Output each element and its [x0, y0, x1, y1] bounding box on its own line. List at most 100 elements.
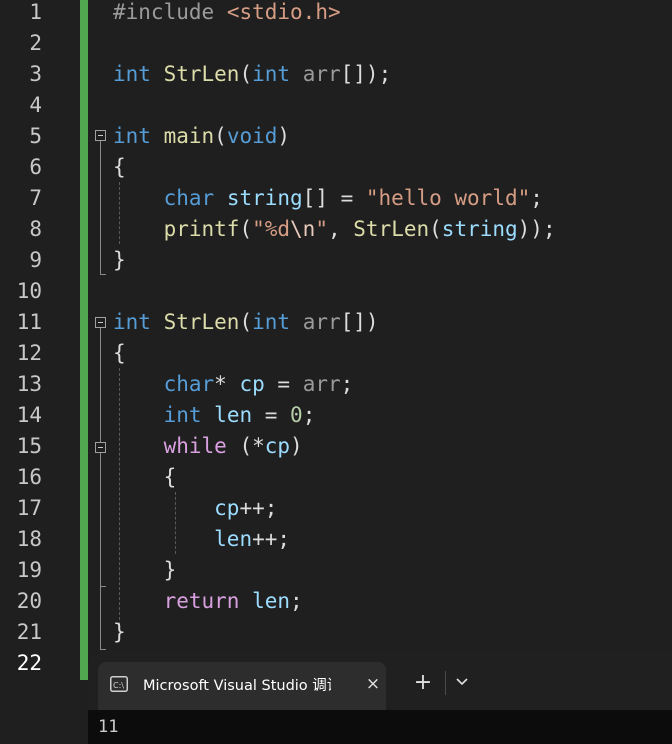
fold-outline	[100, 453, 101, 587]
code-line-13: char* cp = arr;	[113, 369, 354, 400]
line-number: 8	[29, 217, 42, 241]
function-name: printf	[163, 217, 240, 241]
line-number: 13	[16, 372, 42, 396]
terminal-tab-bar: C:\ Microsoft Visual Studio 调试控制台 × +	[88, 652, 672, 710]
code-editor[interactable]: 1 2 3 4 5 6 7 8 9 10 11 12 13 14 15 16 1…	[0, 0, 672, 680]
line-number: 17	[16, 496, 42, 520]
punctuation: (	[239, 310, 253, 334]
variable: string	[441, 217, 518, 241]
punctuation: [])	[340, 310, 379, 334]
punctuation: )	[290, 434, 303, 458]
string-literal: "	[315, 217, 328, 241]
code-line-21: }	[113, 617, 126, 648]
console-icon: C:\	[110, 676, 128, 692]
variable: len	[214, 527, 253, 551]
collapse-strlen-icon[interactable]	[95, 317, 106, 328]
function-name: main	[163, 124, 215, 148]
keyword: int	[252, 310, 291, 334]
code-line-7: char string[] = "hello world";	[113, 183, 543, 214]
punctuation: (	[214, 124, 227, 148]
keyword: int	[163, 403, 202, 427]
brace: {	[113, 155, 126, 179]
punctuation: ));	[517, 217, 556, 241]
line-number: 4	[29, 93, 42, 117]
code-line-3: int StrLen(int arr[]);	[113, 59, 391, 90]
keyword: int	[252, 62, 291, 86]
code-line-20: return len;	[113, 586, 303, 617]
code-line-1: #include <stdio.h>	[113, 0, 341, 28]
punctuation: [] =	[302, 186, 366, 210]
fold-outline-end	[100, 586, 106, 587]
line-number: 20	[16, 589, 42, 613]
parameter: arr	[302, 310, 341, 334]
punctuation: []);	[340, 62, 392, 86]
divider	[445, 671, 446, 695]
line-number: 16	[16, 465, 42, 489]
line-number: 3	[29, 62, 42, 86]
punctuation: ;	[530, 186, 543, 210]
line-number: 15	[16, 434, 42, 458]
tab-title: Microsoft Visual Studio 调试控制台	[143, 678, 331, 694]
punctuation: (*	[226, 434, 265, 458]
collapse-main-icon[interactable]	[95, 130, 106, 141]
preprocessor-directive: #include	[113, 0, 215, 24]
escape-sequence: \n	[290, 217, 316, 241]
collapse-while-icon[interactable]	[95, 442, 106, 453]
string-literal: "hello world"	[365, 186, 531, 210]
punctuation: ,	[327, 217, 354, 241]
code-line-19: }	[113, 555, 177, 586]
terminal-tab[interactable]: C:\ Microsoft Visual Studio 调试控制台 ×	[98, 662, 386, 710]
brace: {	[163, 465, 177, 489]
line-number: 21	[16, 620, 42, 644]
chevron-down-icon[interactable]	[452, 672, 472, 692]
code-line-5: int main(void)	[113, 121, 290, 152]
code-line-12: {	[113, 338, 126, 369]
fold-outline-end	[100, 274, 106, 275]
variable: cp	[214, 496, 240, 520]
variable: string	[226, 186, 303, 210]
line-number: 1	[29, 0, 42, 24]
new-tab-button[interactable]: +	[410, 670, 436, 696]
debug-console-window[interactable]: C:\ Microsoft Visual Studio 调试控制台 × + 11	[88, 652, 672, 744]
variable: len	[252, 589, 291, 613]
code-line-17: cp++;	[113, 493, 277, 524]
fold-outline-end	[100, 649, 106, 650]
string-literal: "%d	[252, 217, 291, 241]
variable: len	[214, 403, 253, 427]
punctuation: (	[239, 217, 253, 241]
current-line-number: 22	[16, 651, 42, 675]
punctuation: ++;	[252, 527, 291, 551]
line-number: 6	[29, 155, 42, 179]
brace: }	[113, 620, 126, 644]
punctuation: *	[214, 372, 240, 396]
variable: cp	[264, 434, 291, 458]
parameter: arr	[302, 372, 341, 396]
line-number: 18	[16, 527, 42, 551]
code-line-9: }	[113, 245, 126, 276]
line-number: 12	[16, 341, 42, 365]
line-number: 10	[16, 279, 42, 303]
function-name: StrLen	[163, 310, 240, 334]
function-name: StrLen	[353, 217, 430, 241]
punctuation: ;	[290, 589, 303, 613]
code-line-15: while (*cp)	[113, 431, 303, 462]
brace: {	[113, 341, 126, 365]
punctuation: ;	[340, 372, 354, 396]
punctuation: ++;	[239, 496, 278, 520]
close-icon[interactable]: ×	[363, 674, 383, 694]
include-header: <stdio.h>	[226, 0, 341, 24]
punctuation: =	[252, 403, 291, 427]
function-name: StrLen	[163, 62, 240, 86]
parameter: arr	[302, 62, 341, 86]
code-line-18: len++;	[113, 524, 290, 555]
punctuation: (	[239, 62, 253, 86]
line-number: 7	[29, 186, 42, 210]
control-keyword: while	[163, 434, 227, 458]
code-line-11: int StrLen(int arr[])	[113, 307, 379, 338]
keyword: int	[113, 124, 151, 148]
change-tracking-bar	[80, 0, 88, 680]
punctuation: (	[429, 217, 442, 241]
number-literal: 0	[290, 403, 303, 427]
line-number: 5	[29, 124, 42, 148]
keyword: void	[226, 124, 278, 148]
